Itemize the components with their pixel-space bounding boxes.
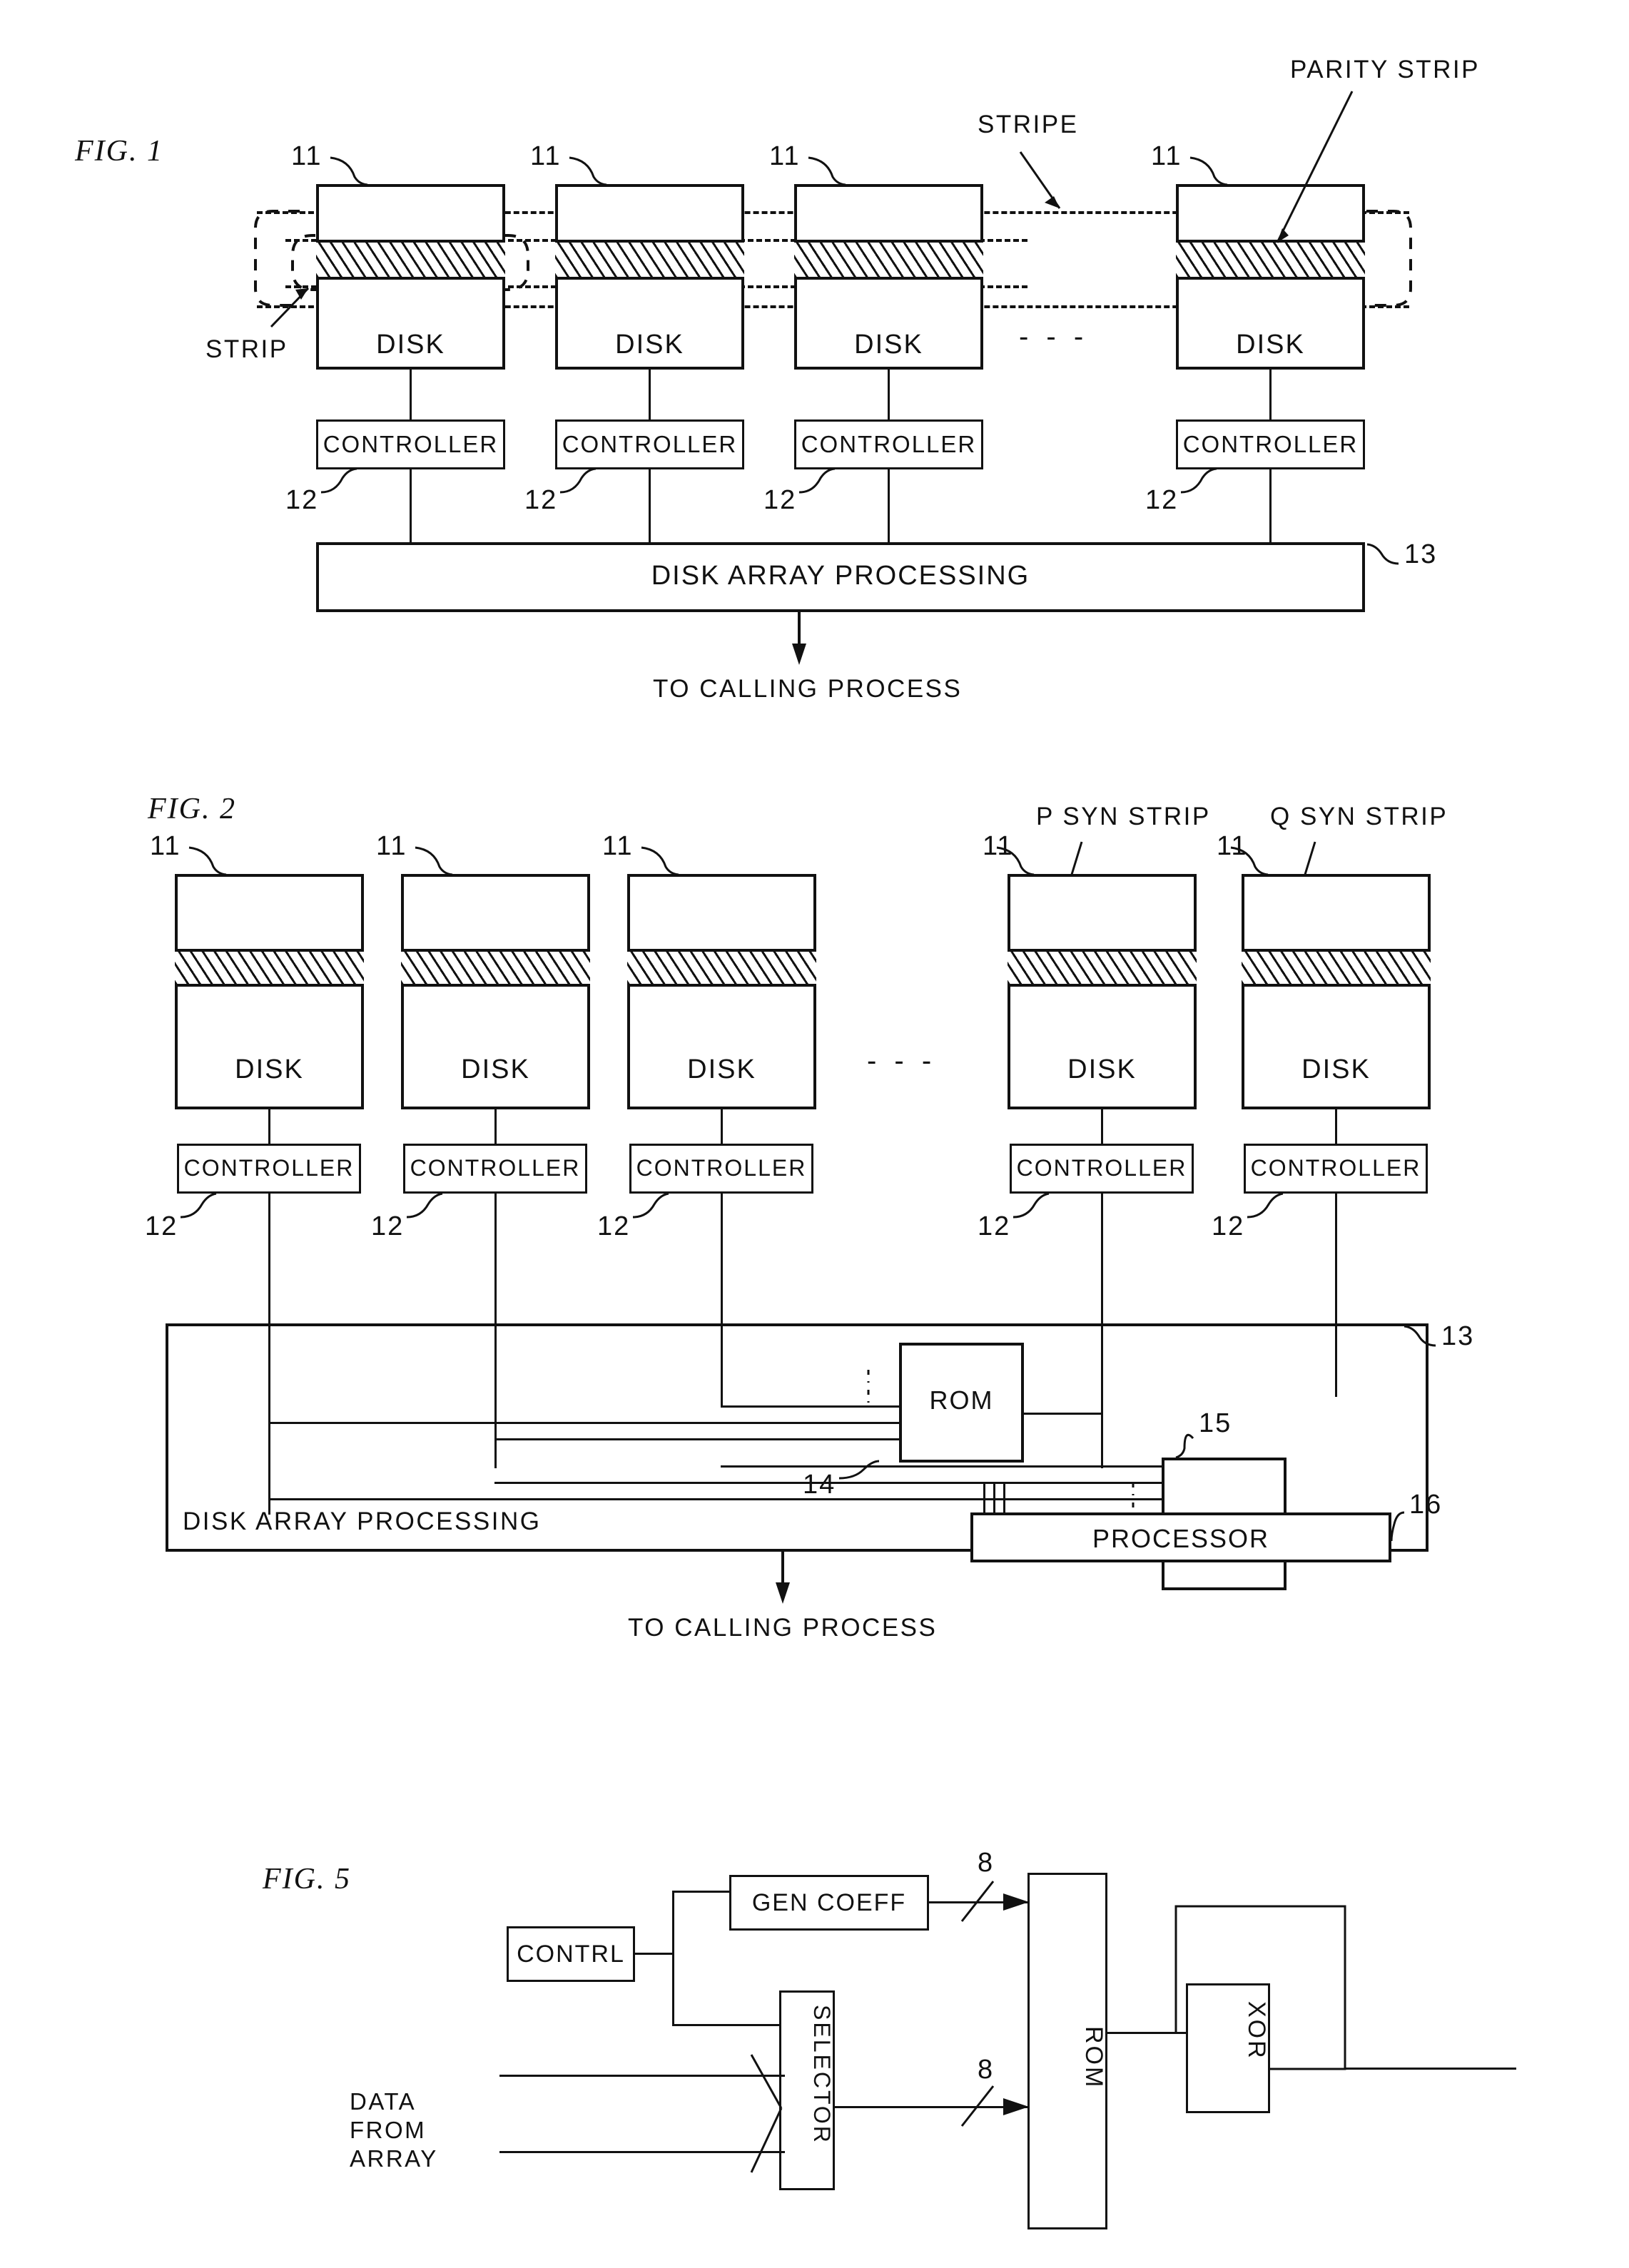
figure-2: FIG. 2 P SYN STRIP Q SYN STRIP DISK 11 D… — [0, 735, 1629, 1769]
fig5-xor-feedback-loop — [1174, 1905, 1346, 2070]
figure-5: FIG. 5 CONTRL GEN COEFF 8 SELECTOR DATA … — [0, 1769, 1629, 2268]
fig1-output-label: TO CALLING PROCESS — [653, 675, 963, 703]
fig2-output-label: TO CALLING PROCESS — [628, 1614, 938, 1642]
fig1-output-arrow — [792, 612, 806, 665]
fig5-xor-output — [1345, 2068, 1516, 2070]
figure-1: FIG. 1 DISK 11 DISK 11 DISK 11 - - - DIS… — [0, 0, 1629, 721]
patent-figure-sheet: FIG. 1 DISK 11 DISK 11 DISK 11 - - - DIS… — [0, 0, 1629, 2268]
